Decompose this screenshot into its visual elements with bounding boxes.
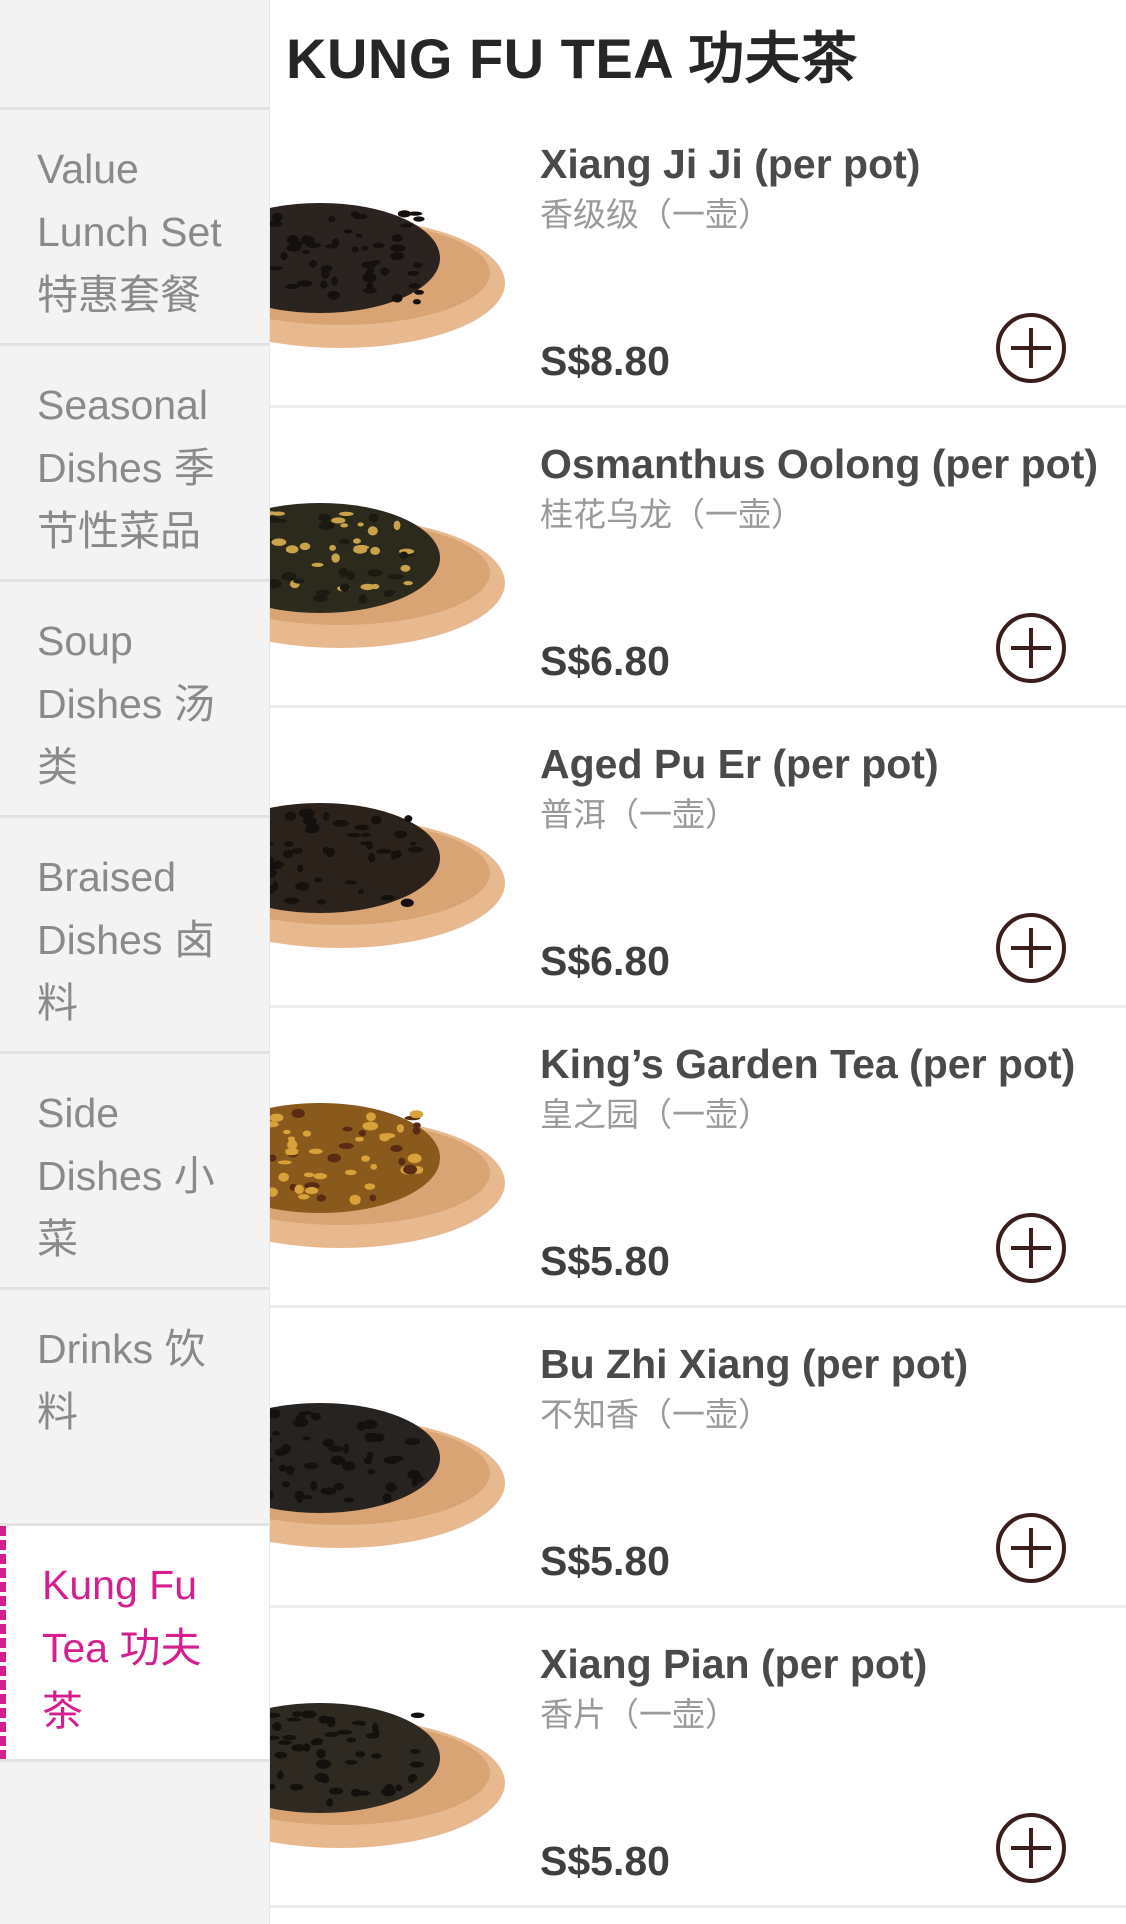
tea-bowl-image bbox=[270, 1008, 525, 1308]
add-to-cart-button[interactable] bbox=[996, 1513, 1066, 1583]
item-name: Bu Zhi Xiang (per pot) 不知香（一壶） bbox=[540, 1340, 1100, 1436]
item-price: S$8.80 bbox=[540, 338, 670, 384]
item-chinese-name: 香片（一壶） bbox=[540, 1696, 738, 1733]
sidebar-item-value-lunch-set[interactable]: Value Lunch Set 特惠套餐 bbox=[0, 110, 269, 346]
item-price: S$5.80 bbox=[540, 1538, 670, 1584]
sidebar-item-label: Kung Fu Tea 功夫茶 bbox=[42, 1562, 202, 1734]
add-to-cart-button[interactable] bbox=[996, 613, 1066, 683]
item-name: King’s Garden Tea (per pot) 皇之园（一壶） bbox=[540, 1040, 1100, 1136]
item-chinese-name: 不知香（一壶） bbox=[540, 1396, 771, 1433]
item-name: Osmanthus Oolong (per pot) 桂花乌龙（一壶） bbox=[540, 440, 1100, 536]
category-sidebar: Value Lunch Set 特惠套餐 Seasonal Dishes 季节性… bbox=[0, 0, 270, 1924]
tea-bowl-icon bbox=[270, 1703, 505, 1848]
sidebar-item-label: Drinks 饮料 bbox=[37, 1326, 206, 1435]
add-to-cart-button[interactable] bbox=[996, 1213, 1066, 1283]
tea-bowl-icon bbox=[270, 1403, 505, 1548]
menu-item-kings-garden-tea[interactable]: King’s Garden Tea (per pot) 皇之园（一壶） S$5.8… bbox=[270, 1008, 1126, 1308]
item-chinese-name: 皇之园（一壶） bbox=[540, 1096, 771, 1133]
menu-item-xiang-pian[interactable]: Xiang Pian (per pot) 香片（一壶） S$5.80 bbox=[270, 1608, 1126, 1908]
add-to-cart-button[interactable] bbox=[996, 313, 1066, 383]
tea-bowl-image bbox=[270, 408, 525, 708]
add-to-cart-button[interactable] bbox=[996, 1813, 1066, 1883]
item-price: S$6.80 bbox=[540, 638, 670, 684]
page-title: KUNG FU TEA 功夫茶 bbox=[286, 27, 858, 90]
sidebar-item-label: Value Lunch Set 特惠套餐 bbox=[37, 146, 222, 318]
tea-bowl-icon bbox=[270, 803, 505, 948]
item-price: S$6.80 bbox=[540, 938, 670, 984]
sidebar-item-label: Seasonal Dishes 季节性菜品 bbox=[37, 382, 215, 554]
item-name: Xiang Ji Ji (per pot) 香级级（一壶） bbox=[540, 140, 1100, 236]
tea-bowl-image bbox=[270, 708, 525, 1008]
tea-bowl-icon bbox=[270, 1103, 505, 1248]
item-name: Aged Pu Er (per pot) 普洱（一壶） bbox=[540, 740, 1100, 836]
sidebar-item-drinks[interactable]: Drinks 饮料 bbox=[0, 1290, 269, 1526]
item-price: S$5.80 bbox=[540, 1838, 670, 1884]
sidebar-item-braised-dishes[interactable]: Braised Dishes 卤料 bbox=[0, 818, 269, 1054]
item-price: S$5.80 bbox=[540, 1238, 670, 1284]
sidebar-item-kung-fu-tea[interactable]: Kung Fu Tea 功夫茶 bbox=[0, 1526, 269, 1762]
menu-item-aged-pu-er[interactable]: Aged Pu Er (per pot) 普洱（一壶） S$6.80 bbox=[270, 708, 1126, 1008]
menu-item-list: Xiang Ji Ji (per pot) 香级级（一壶） S$8.80 Osma… bbox=[270, 108, 1126, 1908]
sidebar-item-seasonal-dishes[interactable]: Seasonal Dishes 季节性菜品 bbox=[0, 346, 269, 582]
item-name: Xiang Pian (per pot) 香片（一壶） bbox=[540, 1640, 1100, 1736]
menu-item-osmanthus-oolong[interactable]: Osmanthus Oolong (per pot) 桂花乌龙（一壶） S$6.8… bbox=[270, 408, 1126, 708]
sidebar-item-side-dishes[interactable]: Side Dishes 小菜 bbox=[0, 1054, 269, 1290]
item-chinese-name: 香级级（一壶） bbox=[540, 196, 771, 233]
sidebar-item-label: Side Dishes 小菜 bbox=[37, 1090, 215, 1262]
menu-item-xiang-ji-ji[interactable]: Xiang Ji Ji (per pot) 香级级（一壶） S$8.80 bbox=[270, 108, 1126, 408]
sidebar-item-soup-dishes[interactable]: Soup Dishes 汤类 bbox=[0, 582, 269, 818]
tea-bowl-image bbox=[270, 1308, 525, 1608]
tea-bowl-image bbox=[270, 1608, 525, 1908]
tea-bowl-icon bbox=[270, 203, 505, 348]
menu-item-bu-zhi-xiang[interactable]: Bu Zhi Xiang (per pot) 不知香（一壶） S$5.80 bbox=[270, 1308, 1126, 1608]
tea-bowl-icon bbox=[270, 503, 505, 648]
add-to-cart-button[interactable] bbox=[996, 913, 1066, 983]
sidebar-item-label: Soup Dishes 汤类 bbox=[37, 618, 215, 790]
sidebar-top-spacer bbox=[0, 0, 269, 110]
sidebar-item-label: Braised Dishes 卤料 bbox=[37, 854, 215, 1026]
item-chinese-name: 桂花乌龙（一壶） bbox=[540, 496, 804, 533]
tea-bowl-image bbox=[270, 108, 525, 408]
item-chinese-name: 普洱（一壶） bbox=[540, 796, 738, 833]
